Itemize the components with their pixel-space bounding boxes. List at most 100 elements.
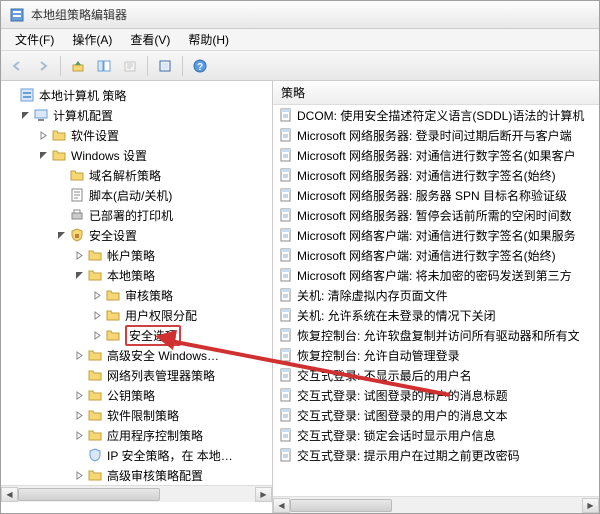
policy-row[interactable]: Microsoft 网络客户端: 对通信进行数字签名(始终) <box>273 245 599 265</box>
menu-view[interactable]: 查看(V) <box>122 29 178 50</box>
show-hide-tree-button[interactable] <box>92 54 116 78</box>
expander-closed-icon[interactable] <box>73 249 85 261</box>
main-window: 本地组策略编辑器 文件(F) 操作(A) 查看(V) 帮助(H) ? 本地计算机… <box>0 0 600 514</box>
tree-local-policies[interactable]: 本地策略 <box>1 265 272 285</box>
up-button[interactable] <box>66 54 90 78</box>
list-header[interactable]: 策略 <box>273 81 599 105</box>
node-label: 域名解析策略 <box>89 167 161 184</box>
policy-row[interactable]: Microsoft 网络客户端: 对通信进行数字签名(如果服务 <box>273 225 599 245</box>
script-icon <box>69 187 85 203</box>
help-button[interactable]: ? <box>188 54 212 78</box>
list-pane: 策略 DCOM: 使用安全描述符定义语言(SDDL)语法的计算机 Microsof… <box>273 81 599 513</box>
policy-label: Microsoft 网络服务器: 登录时间过期后断开与客户端 <box>297 127 572 144</box>
tree-scrollbar-h[interactable]: ◀ ▶ <box>1 485 272 502</box>
policy-row[interactable]: Microsoft 网络服务器: 暂停会话前所需的空闲时间数 <box>273 205 599 225</box>
policy-row[interactable]: 关机: 允许系统在未登录的情况下关闭 <box>273 305 599 325</box>
back-button[interactable] <box>5 54 29 78</box>
export-button[interactable] <box>118 54 142 78</box>
policy-row[interactable]: 交互式登录: 试图登录的用户的消息文本 <box>273 405 599 425</box>
policy-row[interactable]: 恢复控制台: 允许自动管理登录 <box>273 345 599 365</box>
policy-row[interactable]: DCOM: 使用安全描述符定义语言(SDDL)语法的计算机 <box>273 105 599 125</box>
policy-label: 交互式登录: 提示用户在过期之前更改密码 <box>297 447 520 464</box>
scroll-left-button[interactable]: ◀ <box>1 487 18 502</box>
expander-icon[interactable] <box>5 89 17 101</box>
policy-item-icon <box>279 348 293 362</box>
tree-software-settings[interactable]: 软件设置 <box>1 125 272 145</box>
tree-account-policies[interactable]: 帐户策略 <box>1 245 272 265</box>
policy-item-icon <box>279 108 293 122</box>
tree-advanced-audit[interactable]: 高级审核策略配置 <box>1 465 272 485</box>
tree-name-resolution[interactable]: 域名解析策略 <box>1 165 272 185</box>
tree-security-settings[interactable]: 安全设置 <box>1 225 272 245</box>
policy-row[interactable]: Microsoft 网络服务器: 对通信进行数字签名(始终) <box>273 165 599 185</box>
tree-windows-firewall[interactable]: 高级安全 Windows… <box>1 345 272 365</box>
policy-label: Microsoft 网络服务器: 对通信进行数字签名(始终) <box>297 167 556 184</box>
policy-row[interactable]: 交互式登录: 锁定会话时显示用户信息 <box>273 425 599 445</box>
expander-open-icon[interactable] <box>37 149 49 161</box>
expander-closed-icon[interactable] <box>91 309 103 321</box>
policy-item-icon <box>279 248 293 262</box>
node-label: 软件设置 <box>71 127 119 144</box>
expander-spacer <box>55 209 67 221</box>
node-label: 审核策略 <box>125 287 173 304</box>
policy-item-icon <box>279 148 293 162</box>
policy-item-icon <box>279 448 293 462</box>
policy-row[interactable]: 交互式登录: 提示用户在过期之前更改密码 <box>273 445 599 465</box>
tree-public-key[interactable]: 公钥策略 <box>1 385 272 405</box>
svg-text:?: ? <box>197 62 203 73</box>
scroll-right-button[interactable]: ▶ <box>582 498 599 513</box>
policy-row[interactable]: 交互式登录: 不显示最后的用户名 <box>273 365 599 385</box>
tree-computer-config[interactable]: 计算机配置 <box>1 105 272 125</box>
expander-closed-icon[interactable] <box>91 329 103 341</box>
tree-network-list[interactable]: 网络列表管理器策略 <box>1 365 272 385</box>
policy-row[interactable]: 恢复控制台: 允许软盘复制并访问所有驱动器和所有文 <box>273 325 599 345</box>
policy-row[interactable]: Microsoft 网络服务器: 对通信进行数字签名(如果客户 <box>273 145 599 165</box>
menu-action[interactable]: 操作(A) <box>64 29 120 50</box>
expander-closed-icon[interactable] <box>73 409 85 421</box>
menu-help[interactable]: 帮助(H) <box>180 29 237 50</box>
tree-security-options[interactable]: 安全选项 <box>1 325 272 345</box>
expander-closed-icon[interactable] <box>37 129 49 141</box>
forward-button[interactable] <box>31 54 55 78</box>
expander-closed-icon[interactable] <box>73 469 85 481</box>
node-label: 计算机配置 <box>53 107 113 124</box>
expander-open-icon[interactable] <box>73 269 85 281</box>
tree-audit-policy[interactable]: 审核策略 <box>1 285 272 305</box>
tree-root[interactable]: 本地计算机 策略 <box>1 85 272 105</box>
policy-item-icon <box>279 388 293 402</box>
scroll-left-button[interactable]: ◀ <box>273 498 290 513</box>
expander-open-icon[interactable] <box>19 109 31 121</box>
tree-pane[interactable]: 本地计算机 策略 计算机配置 软件设置 Windows 设置 <box>1 81 273 513</box>
policy-label: 交互式登录: 试图登录的用户的消息文本 <box>297 407 508 424</box>
folder-icon <box>87 347 103 363</box>
expander-open-icon[interactable] <box>55 229 67 241</box>
menu-file[interactable]: 文件(F) <box>7 29 62 50</box>
tree-user-rights[interactable]: 用户权限分配 <box>1 305 272 325</box>
policy-label: 关机: 允许系统在未登录的情况下关闭 <box>297 307 496 324</box>
policy-row[interactable]: Microsoft 网络客户端: 将未加密的密码发送到第三方 <box>273 265 599 285</box>
policy-row[interactable]: Microsoft 网络服务器: 登录时间过期后断开与客户端 <box>273 125 599 145</box>
expander-closed-icon[interactable] <box>91 289 103 301</box>
tree-ip-security[interactable]: IP 安全策略，在 本地… <box>1 445 272 465</box>
tree-software-restriction[interactable]: 软件限制策略 <box>1 405 272 425</box>
folder-icon <box>87 387 103 403</box>
folder-icon <box>87 267 103 283</box>
policy-row[interactable]: 关机: 清除虚拟内存页面文件 <box>273 285 599 305</box>
scroll-right-button[interactable]: ▶ <box>255 487 272 502</box>
tree-windows-settings[interactable]: Windows 设置 <box>1 145 272 165</box>
tree-app-control[interactable]: 应用程序控制策略 <box>1 425 272 445</box>
list-body[interactable]: DCOM: 使用安全描述符定义语言(SDDL)语法的计算机 Microsoft 网… <box>273 105 599 496</box>
tree-deployed-printers[interactable]: 已部署的打印机 <box>1 205 272 225</box>
policy-row[interactable]: 交互式登录: 试图登录的用户的消息标题 <box>273 385 599 405</box>
expander-closed-icon[interactable] <box>73 349 85 361</box>
expander-closed-icon[interactable] <box>73 389 85 401</box>
computer-icon <box>33 107 49 123</box>
tree-scripts[interactable]: 脚本(启动/关机) <box>1 185 272 205</box>
policy-row[interactable]: Microsoft 网络服务器: 服务器 SPN 目标名称验证级 <box>273 185 599 205</box>
column-header-policy[interactable]: 策略 <box>281 84 305 101</box>
list-scrollbar-h[interactable]: ◀ ▶ <box>273 496 599 513</box>
expander-closed-icon[interactable] <box>73 429 85 441</box>
refresh-button[interactable] <box>153 54 177 78</box>
policy-item-icon <box>279 128 293 142</box>
toolbar: ? <box>1 51 599 81</box>
